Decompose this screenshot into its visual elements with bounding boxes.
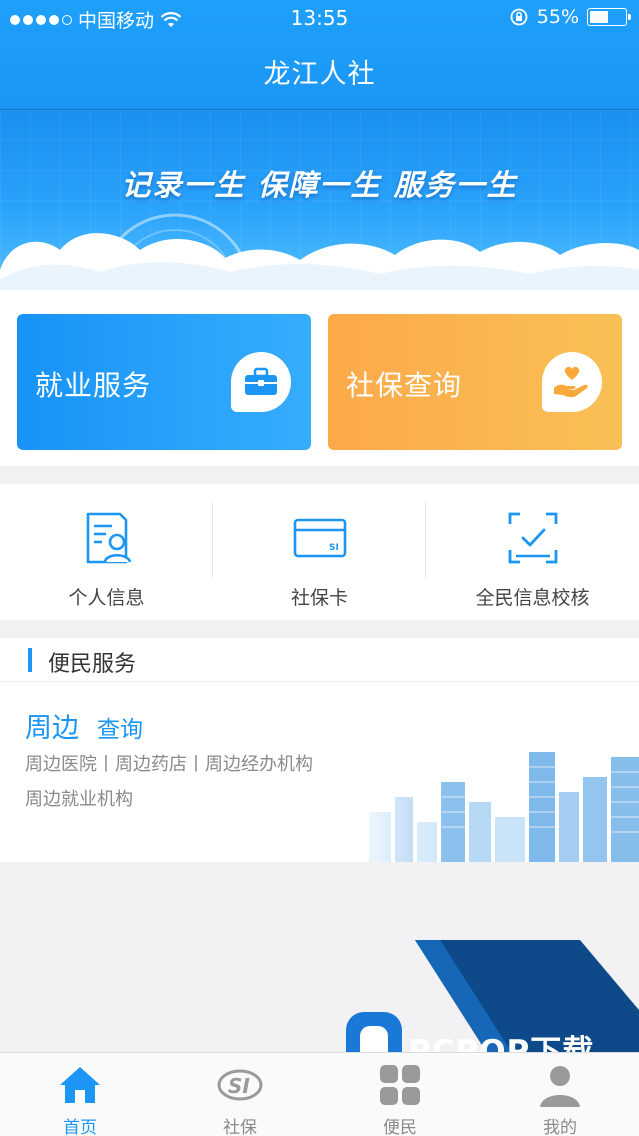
heart-hand-icon [542, 352, 602, 412]
tab-mine-label: 我的 [543, 1118, 577, 1136]
social-security-query-card[interactable]: 社保查询 [328, 314, 622, 450]
section-title: 便民服务 [48, 652, 137, 677]
employment-service-card[interactable]: 就业服务 [17, 314, 311, 450]
user-icon [540, 1066, 580, 1107]
nearby-title[interactable]: 周边 [25, 706, 79, 745]
banner-slogan: 记录一生 保障一生 服务一生 [121, 168, 518, 202]
quick-actions: 个人信息 SI 社保卡 全民信息校核 [0, 484, 639, 620]
hero-banner[interactable]: 记录一生 保障一生 服务一生 [0, 110, 639, 290]
app-header: 中国移动 13:55 55% 龙江人社 [0, 0, 639, 110]
section-accent-bar [28, 648, 32, 672]
page-title: 龙江人社 [263, 59, 376, 90]
social-security-query-label: 社保查询 [346, 369, 463, 402]
section-header: 便民服务 [0, 638, 639, 682]
info-verify-label: 全民信息校核 [475, 587, 590, 609]
battery-icon [587, 8, 631, 26]
nearby-categories[interactable]: 周边医院丨周边药店丨周边经办机构 [25, 750, 313, 776]
grid-icon [380, 1065, 420, 1105]
tab-home[interactable]: 首页 [0, 1053, 160, 1136]
si-card-icon: SI [293, 518, 346, 558]
status-bar: 中国移动 13:55 55% [0, 0, 639, 36]
rotation-lock-icon [510, 8, 528, 26]
si-logo-icon: SI [217, 1069, 263, 1101]
tab-social-security[interactable]: SI 社保 [160, 1053, 320, 1136]
convenience-section: 便民服务 周边 查询 周边医院丨周边药店丨周边经办机构 周边就业机构 [0, 638, 639, 862]
main-services: 就业服务 社保查询 [0, 290, 639, 466]
home-icon [60, 1067, 100, 1103]
tab-social-security-label: 社保 [223, 1118, 257, 1136]
tab-bar: 首页 SI 社保 便民 我的 [0, 1052, 639, 1136]
si-card-item[interactable]: SI 社保卡 [213, 484, 426, 620]
tab-mine[interactable]: 我的 [480, 1053, 639, 1136]
personal-info-item[interactable]: 个人信息 [0, 484, 213, 620]
nearby-query-link[interactable]: 查询 [97, 710, 143, 744]
info-verify-item[interactable]: 全民信息校核 [426, 484, 639, 620]
tab-convenience-label: 便民 [383, 1118, 417, 1136]
employment-service-label: 就业服务 [35, 369, 152, 402]
personal-info-icon [86, 512, 131, 564]
status-right: 55% [509, 6, 631, 28]
city-skyline-illustration [339, 742, 639, 862]
svg-text:SI: SI [228, 1074, 250, 1098]
battery-percent: 55% [536, 6, 579, 28]
svg-text:SI: SI [329, 543, 339, 553]
si-card-label: 社保卡 [290, 587, 348, 609]
clouds-illustration [0, 233, 639, 290]
tab-home-label: 首页 [63, 1118, 97, 1136]
briefcase-icon [231, 352, 291, 412]
nearby-employment[interactable]: 周边就业机构 [25, 785, 133, 811]
verify-icon [508, 512, 557, 564]
personal-info-label: 个人信息 [68, 587, 145, 609]
tab-convenience[interactable]: 便民 [320, 1053, 480, 1136]
